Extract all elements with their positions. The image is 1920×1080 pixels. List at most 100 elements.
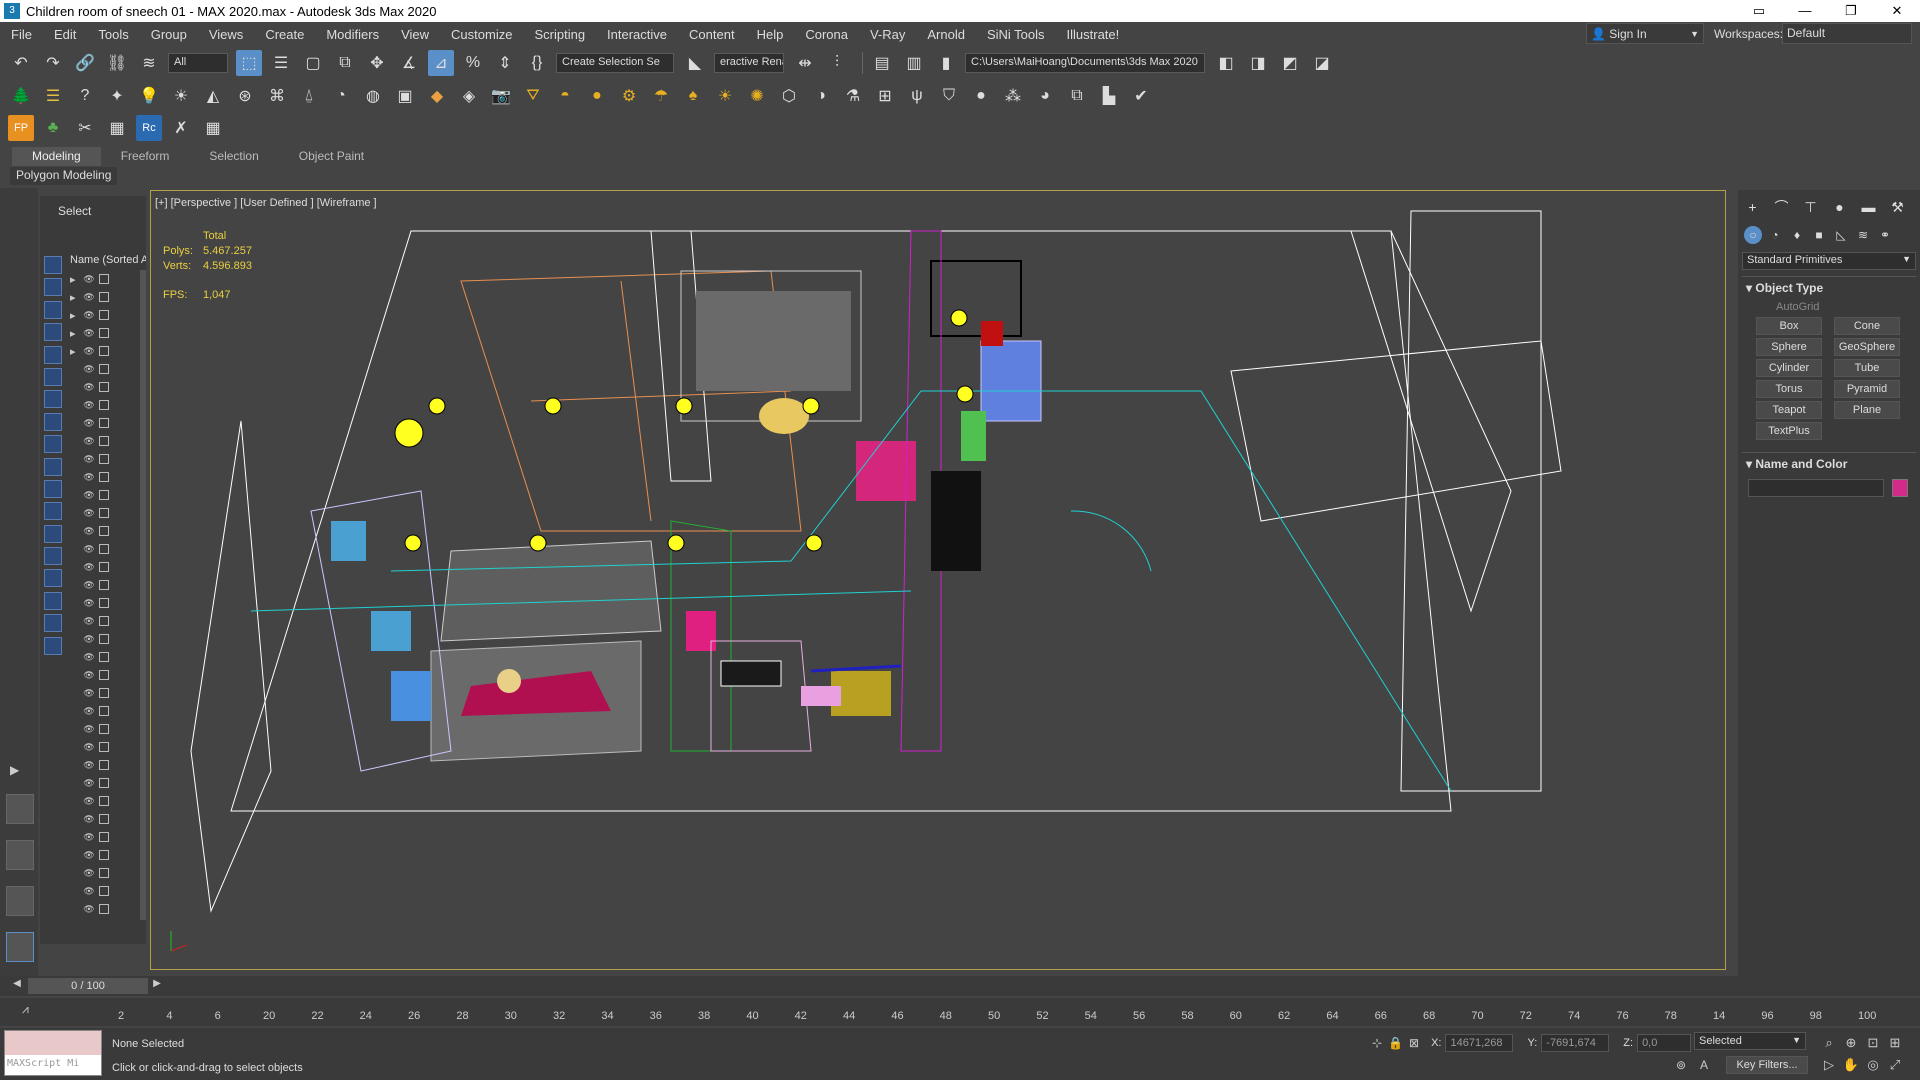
name-color-header[interactable]: ▾ Name and Color [1742, 453, 1916, 475]
ies-icon[interactable]: ⊛ [232, 83, 258, 109]
scene-list-item[interactable]: 👁 [70, 882, 138, 900]
window-crossing-icon[interactable]: ⧉ [332, 50, 358, 76]
filter-shapes-icon[interactable] [44, 278, 62, 297]
menu-group[interactable]: Group [140, 27, 198, 42]
absolute-mode-icon[interactable]: ⊠ [1409, 1036, 1419, 1050]
layer-explorer-icon[interactable]: ▥ [901, 50, 927, 76]
create-tab-icon[interactable]: + [1742, 196, 1763, 218]
zoom-all-icon[interactable]: ⊕ [1840, 1032, 1862, 1054]
filter-cameras-icon[interactable] [44, 323, 62, 342]
tools-icon[interactable]: ✂ [72, 115, 98, 141]
name-column-header[interactable]: Name (Sorted A [70, 254, 146, 266]
zoom-extents-icon[interactable]: ⊡ [1862, 1032, 1884, 1054]
rect-selection-region-icon[interactable]: ▢ [300, 50, 326, 76]
visibility-eye-icon[interactable]: 👁 [82, 868, 96, 879]
arnold-spot-icon[interactable]: ☂ [648, 83, 674, 109]
visibility-eye-icon[interactable]: 👁 [82, 634, 96, 645]
visibility-eye-icon[interactable]: 👁 [82, 778, 96, 789]
render-setup-icon[interactable]: ◣ [682, 50, 708, 76]
textplus-button[interactable]: TextPlus [1756, 422, 1822, 440]
filter-funnel-icon[interactable] [44, 614, 62, 633]
arnold-light-icon[interactable]: ⛛ [520, 83, 546, 109]
curve-editor-icon[interactable]: ⩘ [22, 1002, 29, 1017]
scene-explorer-title[interactable]: Select [58, 204, 91, 218]
filter-geometry-icon[interactable] [44, 256, 62, 274]
snap-toggle-icon[interactable]: ⊿ [428, 50, 454, 76]
filter-groups-icon[interactable] [44, 390, 62, 409]
ball-icon[interactable]: ● [968, 83, 994, 109]
edit-named-selection-icon[interactable]: {} [524, 50, 550, 76]
menu-edit[interactable]: Edit [43, 27, 87, 42]
isolate-icon[interactable]: ⊹ [1372, 1036, 1382, 1050]
arnold-sphere-icon[interactable]: ● [584, 83, 610, 109]
tab-modeling[interactable]: Modeling [12, 147, 101, 166]
arnold-star-icon[interactable]: ✺ [744, 83, 770, 109]
scene-list-item[interactable]: 👁 [70, 396, 138, 414]
sun-icon[interactable]: ☀ [168, 83, 194, 109]
scene-list-item[interactable]: 👁 [70, 612, 138, 630]
auto-key-icon[interactable]: A [1700, 1058, 1708, 1072]
geosphere-button[interactable]: GeoSphere [1834, 338, 1900, 356]
menu-sini-tools[interactable]: SiNi Tools [976, 27, 1056, 42]
spinner-snap-icon[interactable]: ⇕ [492, 50, 518, 76]
scene-list-item[interactable]: 👁 [70, 468, 138, 486]
object-name-field[interactable] [1748, 479, 1884, 497]
sphere-button[interactable]: Sphere [1756, 338, 1822, 356]
camera-icon[interactable]: 📷 [488, 83, 514, 109]
visibility-eye-icon[interactable]: 👁 [82, 562, 96, 573]
molecules-icon[interactable]: ⁂ [1000, 83, 1026, 109]
scene-list-item[interactable]: 👁 [70, 540, 138, 558]
select-object-icon[interactable]: ⬚ [236, 50, 262, 76]
menu-illustrate[interactable]: Illustrate! [1056, 27, 1131, 42]
link-icon[interactable]: 🔗 [72, 50, 98, 76]
tree-icon[interactable]: ♣ [40, 115, 66, 141]
expand-arrow-icon[interactable]: ▸ [70, 273, 82, 286]
proxy-icon[interactable]: ⍙ [296, 83, 322, 109]
torus-button[interactable]: Torus [1756, 380, 1822, 398]
scene-list-item[interactable]: ▸ 👁 [70, 324, 138, 342]
spacewarps-category-icon[interactable]: ≋ [1854, 226, 1872, 244]
scene-list-item[interactable]: 👁 [70, 774, 138, 792]
visibility-eye-icon[interactable]: 👁 [82, 436, 96, 447]
box-button[interactable]: Box [1756, 317, 1822, 335]
visibility-eye-icon[interactable]: 👁 [82, 904, 96, 915]
visibility-eye-icon[interactable]: 👁 [82, 292, 96, 303]
display-tab-icon[interactable]: ▬ [1858, 196, 1879, 218]
selection-set-dropdown[interactable]: Selected ▼ [1694, 1032, 1806, 1050]
menu-scripting[interactable]: Scripting [523, 27, 596, 42]
render-mode-dropdown[interactable]: eractive Renai [714, 53, 784, 73]
menu-corona[interactable]: Corona [794, 27, 859, 42]
visibility-eye-icon[interactable]: 👁 [82, 274, 96, 285]
sign-in-dropdown[interactable]: 👤 Sign In ▼ [1586, 23, 1704, 44]
visibility-eye-icon[interactable]: 👁 [82, 814, 96, 825]
menu-content[interactable]: Content [678, 27, 746, 42]
prev-frame-icon[interactable]: ◀ [10, 978, 24, 994]
ribbon-toggle-icon[interactable]: ▮ [933, 50, 959, 76]
selection-filter-dropdown[interactable]: All [168, 53, 228, 73]
visibility-eye-icon[interactable]: 👁 [82, 706, 96, 717]
time-slider[interactable]: ◀ 0 / 100 ▶ [0, 976, 1920, 996]
select-move-icon[interactable]: ✥ [364, 50, 390, 76]
visibility-eye-icon[interactable]: 👁 [82, 688, 96, 699]
visibility-eye-icon[interactable]: 👁 [82, 670, 96, 681]
globe-icon[interactable]: ◑ [808, 83, 834, 109]
expand-arrow-icon[interactable]: ▸ [70, 345, 82, 358]
x-coordinate-field[interactable]: 14671,268 [1445, 1034, 1514, 1052]
align-icon[interactable]: ⫶ [824, 50, 850, 76]
toolbar-icon-1[interactable]: ◧ [1213, 50, 1239, 76]
expand-arrow-icon[interactable]: ▸ [70, 327, 82, 340]
menu-arnold[interactable]: Arnold [916, 27, 976, 42]
checkmark-icon[interactable]: ✔ [1128, 83, 1154, 109]
object-color-swatch[interactable] [1892, 479, 1908, 497]
plane-button[interactable]: Plane [1834, 401, 1900, 419]
filter-hidden-icon[interactable] [44, 502, 62, 521]
dome-icon[interactable]: ◭ [200, 83, 226, 109]
swap-icon[interactable]: ⧉ [1064, 83, 1090, 109]
invert-display-icon[interactable] [44, 569, 62, 588]
visibility-eye-icon[interactable]: 👁 [82, 850, 96, 861]
named-selection-dropdown[interactable]: Create Selection Se [556, 53, 674, 73]
menu-create[interactable]: Create [254, 27, 315, 42]
scene-list-item[interactable]: ▸ 👁 [70, 288, 138, 306]
menu-file[interactable]: File [0, 27, 43, 42]
menu-views[interactable]: Views [198, 27, 254, 42]
